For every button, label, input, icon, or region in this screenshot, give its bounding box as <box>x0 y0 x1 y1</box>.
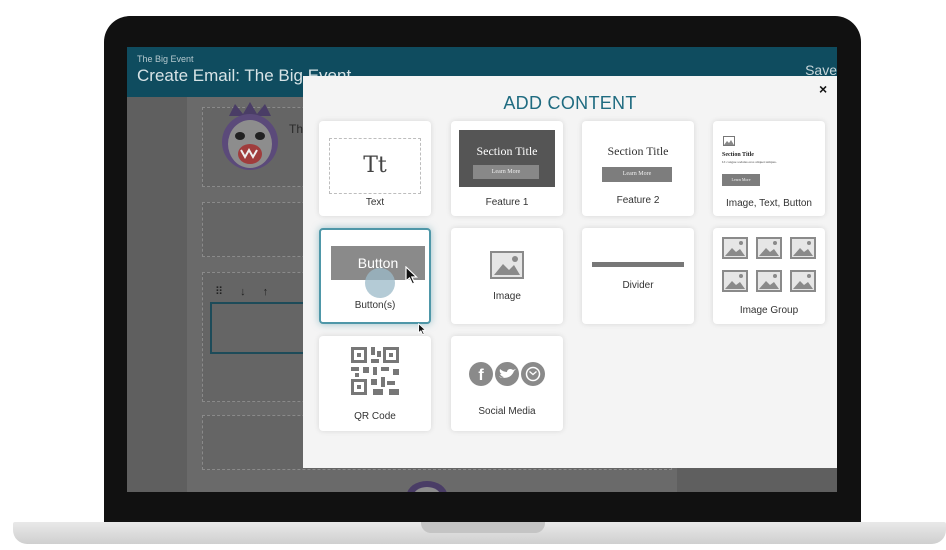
itb-learn-more: Learn More <box>722 174 760 186</box>
tile-label-divider: Divider <box>622 280 654 291</box>
itb-body-text: Ut congue sodales eros aliquet tempus. <box>722 160 777 164</box>
campaign-name: The Big Event <box>137 54 194 64</box>
cursor-pointer-icon <box>405 266 418 285</box>
svg-text:f: f <box>478 367 484 384</box>
tile-label-image-text-button: Image, Text, Button <box>726 198 812 209</box>
block-move-controls[interactable]: ⠿ ↓ ↑ <box>215 285 275 298</box>
tile-label-image-group: Image Group <box>739 305 799 316</box>
tile-image-text-button[interactable]: Section Title Ut congue sodales eros ali… <box>713 121 825 216</box>
add-content-modal: ADD CONTENT × Tt Text Section Title Lear… <box>303 76 837 468</box>
tile-divider[interactable]: Divider <box>582 228 694 324</box>
tile-label-image: Image <box>493 291 521 302</box>
tile-label-buttons: Button(s) <box>354 300 396 311</box>
drag-indicator-icon <box>365 268 395 298</box>
feature-2-section-title: Section Title <box>607 144 669 158</box>
canvas-heading-fragment: Th <box>289 122 304 136</box>
tile-image[interactable]: Image <box>451 228 563 324</box>
divider-preview <box>592 262 684 267</box>
tile-qr-code[interactable]: QR Code <box>319 336 431 431</box>
tile-label-social-media: Social Media <box>478 406 536 417</box>
qr-code-icon <box>351 347 399 395</box>
image-icon <box>490 251 524 279</box>
tile-social-media[interactable]: f Social Media <box>451 336 563 431</box>
close-icon[interactable]: × <box>819 81 827 97</box>
cursor-arrow-icon <box>418 323 427 336</box>
text-preview: Tt <box>329 138 421 194</box>
selected-drop-zone[interactable] <box>210 302 310 354</box>
itb-section-title: Section Title <box>722 152 754 158</box>
feature-1-section-title: Section Title <box>476 144 538 158</box>
feature-1-learn-more: Learn More <box>473 165 539 179</box>
tile-text[interactable]: Tt Text <box>319 121 431 216</box>
tile-label-feature-1: Feature 1 <box>485 197 529 208</box>
feature-2-learn-more: Learn More <box>602 167 672 182</box>
tile-label-text: Text <box>365 197 385 208</box>
laptop-notch <box>421 522 545 533</box>
mascot-logo-icon <box>222 102 278 170</box>
image-group-icon <box>722 237 816 292</box>
tile-feature-1[interactable]: Section Title Learn More Feature 1 <box>451 121 563 216</box>
stage: The Big Event Create Email: The Big Even… <box>0 0 946 550</box>
feature-1-preview: Section Title Learn More <box>459 130 555 187</box>
tile-feature-2[interactable]: Section Title Learn More Feature 2 <box>582 121 694 216</box>
tile-label-qr-code: QR Code <box>354 411 396 422</box>
image-icon <box>723 136 735 146</box>
tile-label-feature-2: Feature 2 <box>616 195 660 206</box>
tile-image-group[interactable]: Image Group <box>713 228 825 324</box>
modal-title: ADD CONTENT <box>503 93 637 113</box>
social-icons: f <box>469 362 545 386</box>
tile-buttons[interactable]: Button Button(s) <box>319 228 431 324</box>
mascot-logo-footer-icon <box>407 481 447 492</box>
